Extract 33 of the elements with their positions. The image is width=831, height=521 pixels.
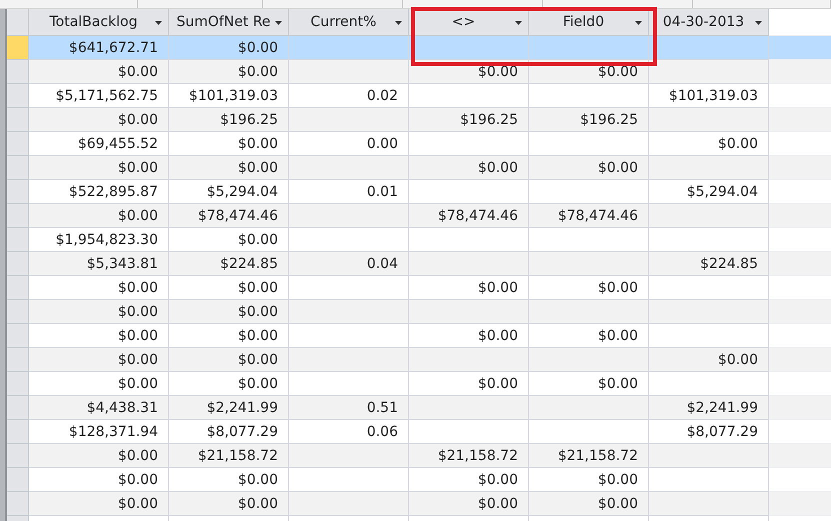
row-selector[interactable]	[7, 228, 29, 252]
row-selector[interactable]	[7, 300, 29, 324]
row-selector[interactable]	[7, 348, 29, 372]
row-selector[interactable]	[7, 396, 29, 420]
row-selector[interactable]	[7, 108, 29, 132]
dropdown-arrow-icon[interactable]	[515, 21, 522, 25]
row-selector[interactable]	[7, 156, 29, 180]
column-header[interactable]: SumOfNet Re	[169, 9, 289, 36]
row-selector[interactable]	[7, 84, 29, 108]
column-header[interactable]: Current%	[289, 9, 409, 36]
dropdown-arrow-icon[interactable]	[395, 21, 402, 25]
column-header[interactable]: Field0	[529, 9, 649, 36]
row-selector[interactable]	[7, 36, 29, 60]
dropdown-arrow-icon[interactable]	[275, 21, 282, 25]
dropdown-arrow-icon[interactable]	[155, 21, 162, 25]
row-selector[interactable]	[7, 372, 29, 396]
row-selector[interactable]	[7, 60, 29, 84]
column-header[interactable]: 04-30-2013	[649, 9, 769, 36]
row-selector[interactable]	[7, 444, 29, 468]
row-selector[interactable]	[7, 132, 29, 156]
column-header[interactable]: <>	[409, 9, 529, 36]
select-all-corner[interactable]	[7, 9, 29, 36]
row-selector[interactable]	[7, 204, 29, 228]
row-selector[interactable]	[7, 468, 29, 492]
dropdown-arrow-icon[interactable]	[755, 21, 762, 25]
dropdown-arrow-icon[interactable]	[635, 21, 642, 25]
row-selector[interactable]	[7, 180, 29, 204]
column-header[interactable]: TotalBacklog	[29, 9, 169, 36]
row-selector[interactable]	[7, 276, 29, 300]
row-selector[interactable]	[7, 324, 29, 348]
row-selector[interactable]	[7, 252, 29, 276]
row-selector[interactable]	[7, 492, 29, 516]
row-selector[interactable]	[7, 420, 29, 444]
